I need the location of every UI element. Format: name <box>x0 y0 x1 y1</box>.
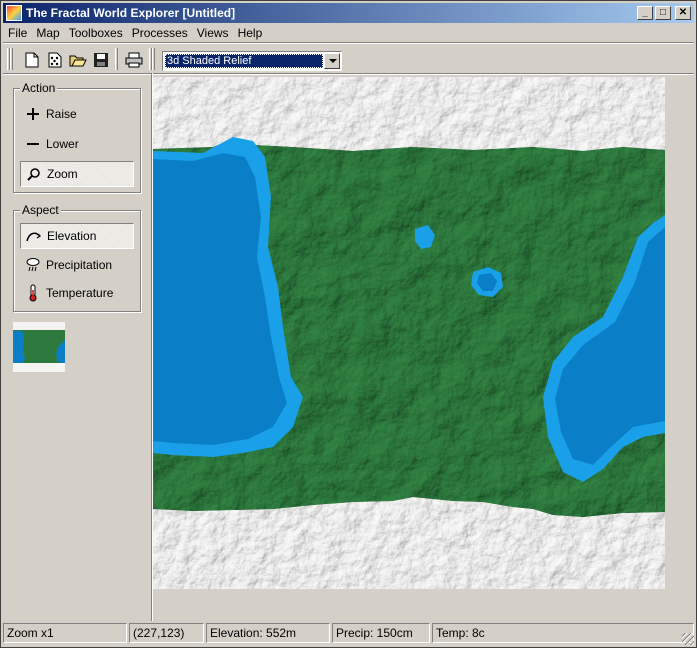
action-group: Action Raise Lower Zoom <box>13 81 141 193</box>
resize-grip[interactable] <box>682 633 694 645</box>
menu-map[interactable]: Map <box>31 26 63 40</box>
toolbar-grip[interactable] <box>152 48 155 70</box>
raise-button[interactable]: Raise <box>20 101 134 127</box>
temperature-button[interactable]: Temperature <box>20 280 134 306</box>
minimize-button[interactable]: _ <box>637 6 653 20</box>
zoom-button[interactable]: Zoom <box>20 161 134 187</box>
map-thumbnail[interactable] <box>13 322 65 372</box>
precipitation-label: Precipitation <box>46 258 113 272</box>
terrain-map[interactable] <box>153 77 665 589</box>
view-mode-value: 3d Shaded Relief <box>165 54 323 68</box>
zoom-label: Zoom <box>47 167 78 181</box>
plus-icon <box>24 105 42 123</box>
printer-icon[interactable] <box>123 49 145 71</box>
aspect-group: Aspect Elevation Precipitation Temperatu… <box>13 203 141 312</box>
save-disk-icon[interactable] <box>90 49 112 71</box>
lower-button[interactable]: Lower <box>20 131 134 157</box>
elevation-button[interactable]: Elevation <box>20 223 134 249</box>
minus-icon <box>24 135 42 153</box>
thermometer-icon <box>24 284 42 302</box>
app-icon[interactable] <box>6 5 22 21</box>
status-bar: Zoom x1 (227,123) Elevation: 552m Precip… <box>3 623 694 645</box>
toolbar: 3d Shaded Relief <box>3 45 694 73</box>
lower-label: Lower <box>46 137 79 151</box>
maximize-button[interactable]: □ <box>655 6 671 20</box>
status-temperature: Temp: 8c <box>432 623 694 643</box>
raise-label: Raise <box>46 107 77 121</box>
menu-views[interactable]: Views <box>192 26 233 40</box>
status-precipitation: Precip: 150cm <box>332 623 430 643</box>
elevation-icon <box>25 227 43 245</box>
toolbar-separator <box>115 48 118 70</box>
relief-map-image[interactable] <box>153 77 665 589</box>
status-elevation: Elevation: 552m <box>206 623 330 643</box>
aspect-group-label: Aspect <box>20 203 61 217</box>
toolbar-divider <box>3 73 694 75</box>
dice-icon[interactable] <box>44 49 66 71</box>
map-viewport[interactable] <box>153 77 694 619</box>
precipitation-button[interactable]: Precipitation <box>20 252 134 278</box>
menu-toolboxes[interactable]: Toolboxes <box>64 26 127 40</box>
menu-bar: File Map Toolboxes Processes Views Help <box>3 24 694 42</box>
temperature-label: Temperature <box>46 286 114 300</box>
rain-cloud-icon <box>24 256 42 274</box>
status-zoom: Zoom x1 <box>3 623 127 643</box>
open-folder-icon[interactable] <box>67 49 89 71</box>
menu-processes[interactable]: Processes <box>127 26 192 40</box>
new-document-icon[interactable] <box>21 49 43 71</box>
magnifier-icon <box>25 165 43 183</box>
status-coordinates: (227,123) <box>129 623 204 643</box>
toolbar-grip[interactable] <box>10 48 13 70</box>
main-window: The Fractal World Explorer [Untitled] _ … <box>0 0 697 648</box>
elevation-label: Elevation <box>47 229 97 243</box>
title-bar[interactable]: The Fractal World Explorer [Untitled] _ … <box>3 3 694 23</box>
close-button[interactable]: ✕ <box>675 6 691 20</box>
menubar-divider <box>3 42 694 44</box>
menu-file[interactable]: File <box>3 26 31 40</box>
view-mode-select[interactable]: 3d Shaded Relief <box>162 51 342 71</box>
action-group-label: Action <box>20 81 58 95</box>
window-title: The Fractal World Explorer [Untitled] <box>26 6 236 20</box>
menu-help[interactable]: Help <box>233 26 267 40</box>
chevron-down-icon[interactable] <box>324 53 340 69</box>
tool-panel: Action Raise Lower Zoom Aspect Elevation… <box>5 77 149 617</box>
